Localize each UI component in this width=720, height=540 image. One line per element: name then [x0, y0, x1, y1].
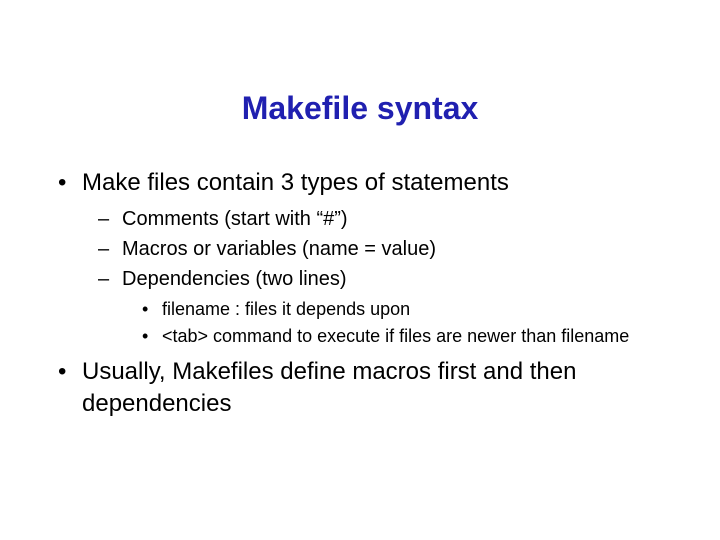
bullet-level1: Usually, Makefiles define macros first a…: [50, 356, 670, 421]
slide: Makefile syntax Make files contain 3 typ…: [0, 0, 720, 540]
bullet-level2: Macros or variables (name = value): [92, 235, 670, 263]
bullet-list: Make files contain 3 types of statements…: [50, 167, 670, 421]
bullet-text: Make files contain 3 types of statements: [82, 169, 509, 196]
bullet-text: filename : files it depends upon: [162, 299, 410, 319]
bullet-text: <tab> command to execute if files are ne…: [162, 326, 629, 346]
bullet-level3: <tab> command to execute if files are ne…: [136, 324, 670, 348]
bullet-subsublist: filename : files it depends upon <tab> c…: [122, 297, 670, 348]
bullet-level2: Comments (start with “#”): [92, 205, 670, 233]
bullet-text: Macros or variables (name = value): [122, 238, 436, 260]
bullet-level1: Make files contain 3 types of statements…: [50, 167, 670, 348]
bullet-level2: Dependencies (two lines) filename : file…: [92, 265, 670, 348]
bullet-text: Usually, Makefiles define macros first a…: [82, 358, 576, 417]
bullet-text: Dependencies (two lines): [122, 268, 347, 290]
bullet-level3: filename : files it depends upon: [136, 297, 670, 321]
bullet-text: Comments (start with “#”): [122, 208, 348, 230]
bullet-sublist: Comments (start with “#”) Macros or vari…: [82, 205, 670, 348]
slide-title: Makefile syntax: [50, 0, 670, 167]
